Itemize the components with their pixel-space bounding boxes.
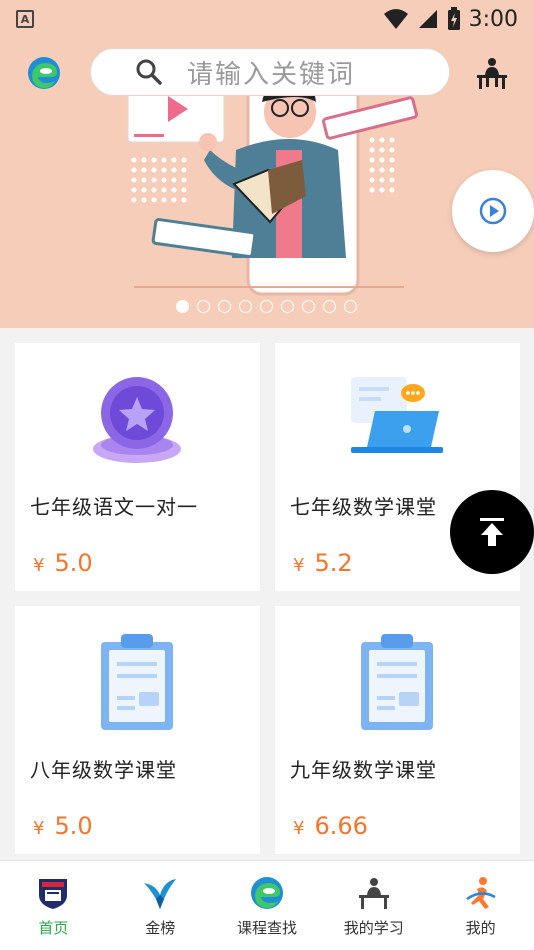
nav-item-my-study[interactable]: 我的学习	[320, 861, 427, 950]
carousel-dot[interactable]	[218, 300, 231, 313]
carousel-dot[interactable]	[260, 300, 273, 313]
course-grid: 七年级语文一对一 ¥ 5.0 七年级数学课堂 ¥ 5.2 八年级数学课堂 ¥ 5…	[0, 328, 534, 860]
edge-logo-icon	[250, 877, 283, 909]
carousel-dot[interactable]	[176, 300, 189, 313]
nav-label: 首页	[38, 919, 69, 937]
nav-label: 金榜	[145, 919, 176, 937]
course-price: ¥ 6.66	[293, 812, 368, 840]
signal-icon	[418, 10, 437, 28]
carousel-dot[interactable]	[281, 300, 294, 313]
profile-figure-icon	[465, 877, 496, 909]
search-bar[interactable]: 请输入关键词	[90, 48, 450, 96]
banner-floor-line	[134, 286, 404, 288]
medal-icon	[93, 377, 181, 463]
nav-item-course-search[interactable]: 课程查找	[214, 861, 321, 950]
battery-icon	[447, 7, 460, 30]
nav-item-profile[interactable]: 我的	[427, 861, 534, 950]
currency-symbol: ¥	[293, 555, 305, 576]
currency-symbol: ¥	[33, 818, 45, 839]
carousel-dot[interactable]	[239, 300, 252, 313]
price-value: 5.2	[314, 549, 353, 577]
wifi-icon	[383, 9, 408, 29]
clipboard-icon	[361, 634, 433, 730]
play-video-button[interactable]	[452, 170, 534, 252]
course-title: 七年级数学课堂	[290, 495, 437, 519]
search-icon	[136, 59, 162, 85]
course-price: ¥ 5.2	[293, 549, 353, 577]
course-card[interactable]: 九年级数学课堂 ¥ 6.66	[275, 606, 520, 854]
edge-logo-icon[interactable]	[26, 55, 62, 91]
course-price: ¥ 5.0	[33, 549, 93, 577]
course-price: ¥ 5.0	[33, 812, 93, 840]
swallow-icon	[144, 879, 177, 909]
back-to-top-button[interactable]	[450, 490, 534, 574]
status-time: 3:00	[468, 6, 518, 32]
nav-label: 我的学习	[343, 919, 404, 937]
shield-home-icon	[39, 879, 68, 909]
arrow-to-top-icon	[480, 518, 504, 546]
laptop-chat-icon	[351, 377, 443, 453]
carousel-dot[interactable]	[197, 300, 210, 313]
carousel-dot[interactable]	[344, 300, 357, 313]
course-title: 九年级数学课堂	[290, 758, 437, 782]
nav-item-home[interactable]: 首页	[0, 861, 107, 950]
clipboard-icon	[101, 634, 173, 730]
nav-label: 我的	[465, 919, 496, 937]
banner-carousel-dots[interactable]	[176, 300, 357, 313]
play-icon	[479, 197, 507, 225]
course-title: 七年级语文一对一	[30, 495, 198, 519]
study-desk-icon	[358, 878, 389, 909]
price-value: 6.66	[314, 812, 368, 840]
course-card[interactable]: 八年级数学课堂 ¥ 5.0	[15, 606, 260, 854]
course-card[interactable]: 七年级语文一对一 ¥ 5.0	[15, 343, 260, 591]
bottom-navigation: 首页 金榜 课程查找 我的学习 我的	[0, 860, 534, 950]
price-value: 5.0	[54, 812, 93, 840]
currency-symbol: ¥	[293, 818, 305, 839]
currency-symbol: ¥	[33, 555, 45, 576]
search-placeholder: 请输入关键词	[187, 59, 356, 90]
status-bar: A 3:00	[0, 0, 534, 38]
app-notification-icon: A	[16, 10, 34, 28]
carousel-dot[interactable]	[323, 300, 336, 313]
price-value: 5.0	[54, 549, 93, 577]
nav-label: 课程查找	[236, 919, 297, 937]
study-desk-icon[interactable]	[474, 55, 510, 91]
course-title: 八年级数学课堂	[30, 758, 177, 782]
nav-item-ranking[interactable]: 金榜	[107, 861, 214, 950]
carousel-dot[interactable]	[302, 300, 315, 313]
